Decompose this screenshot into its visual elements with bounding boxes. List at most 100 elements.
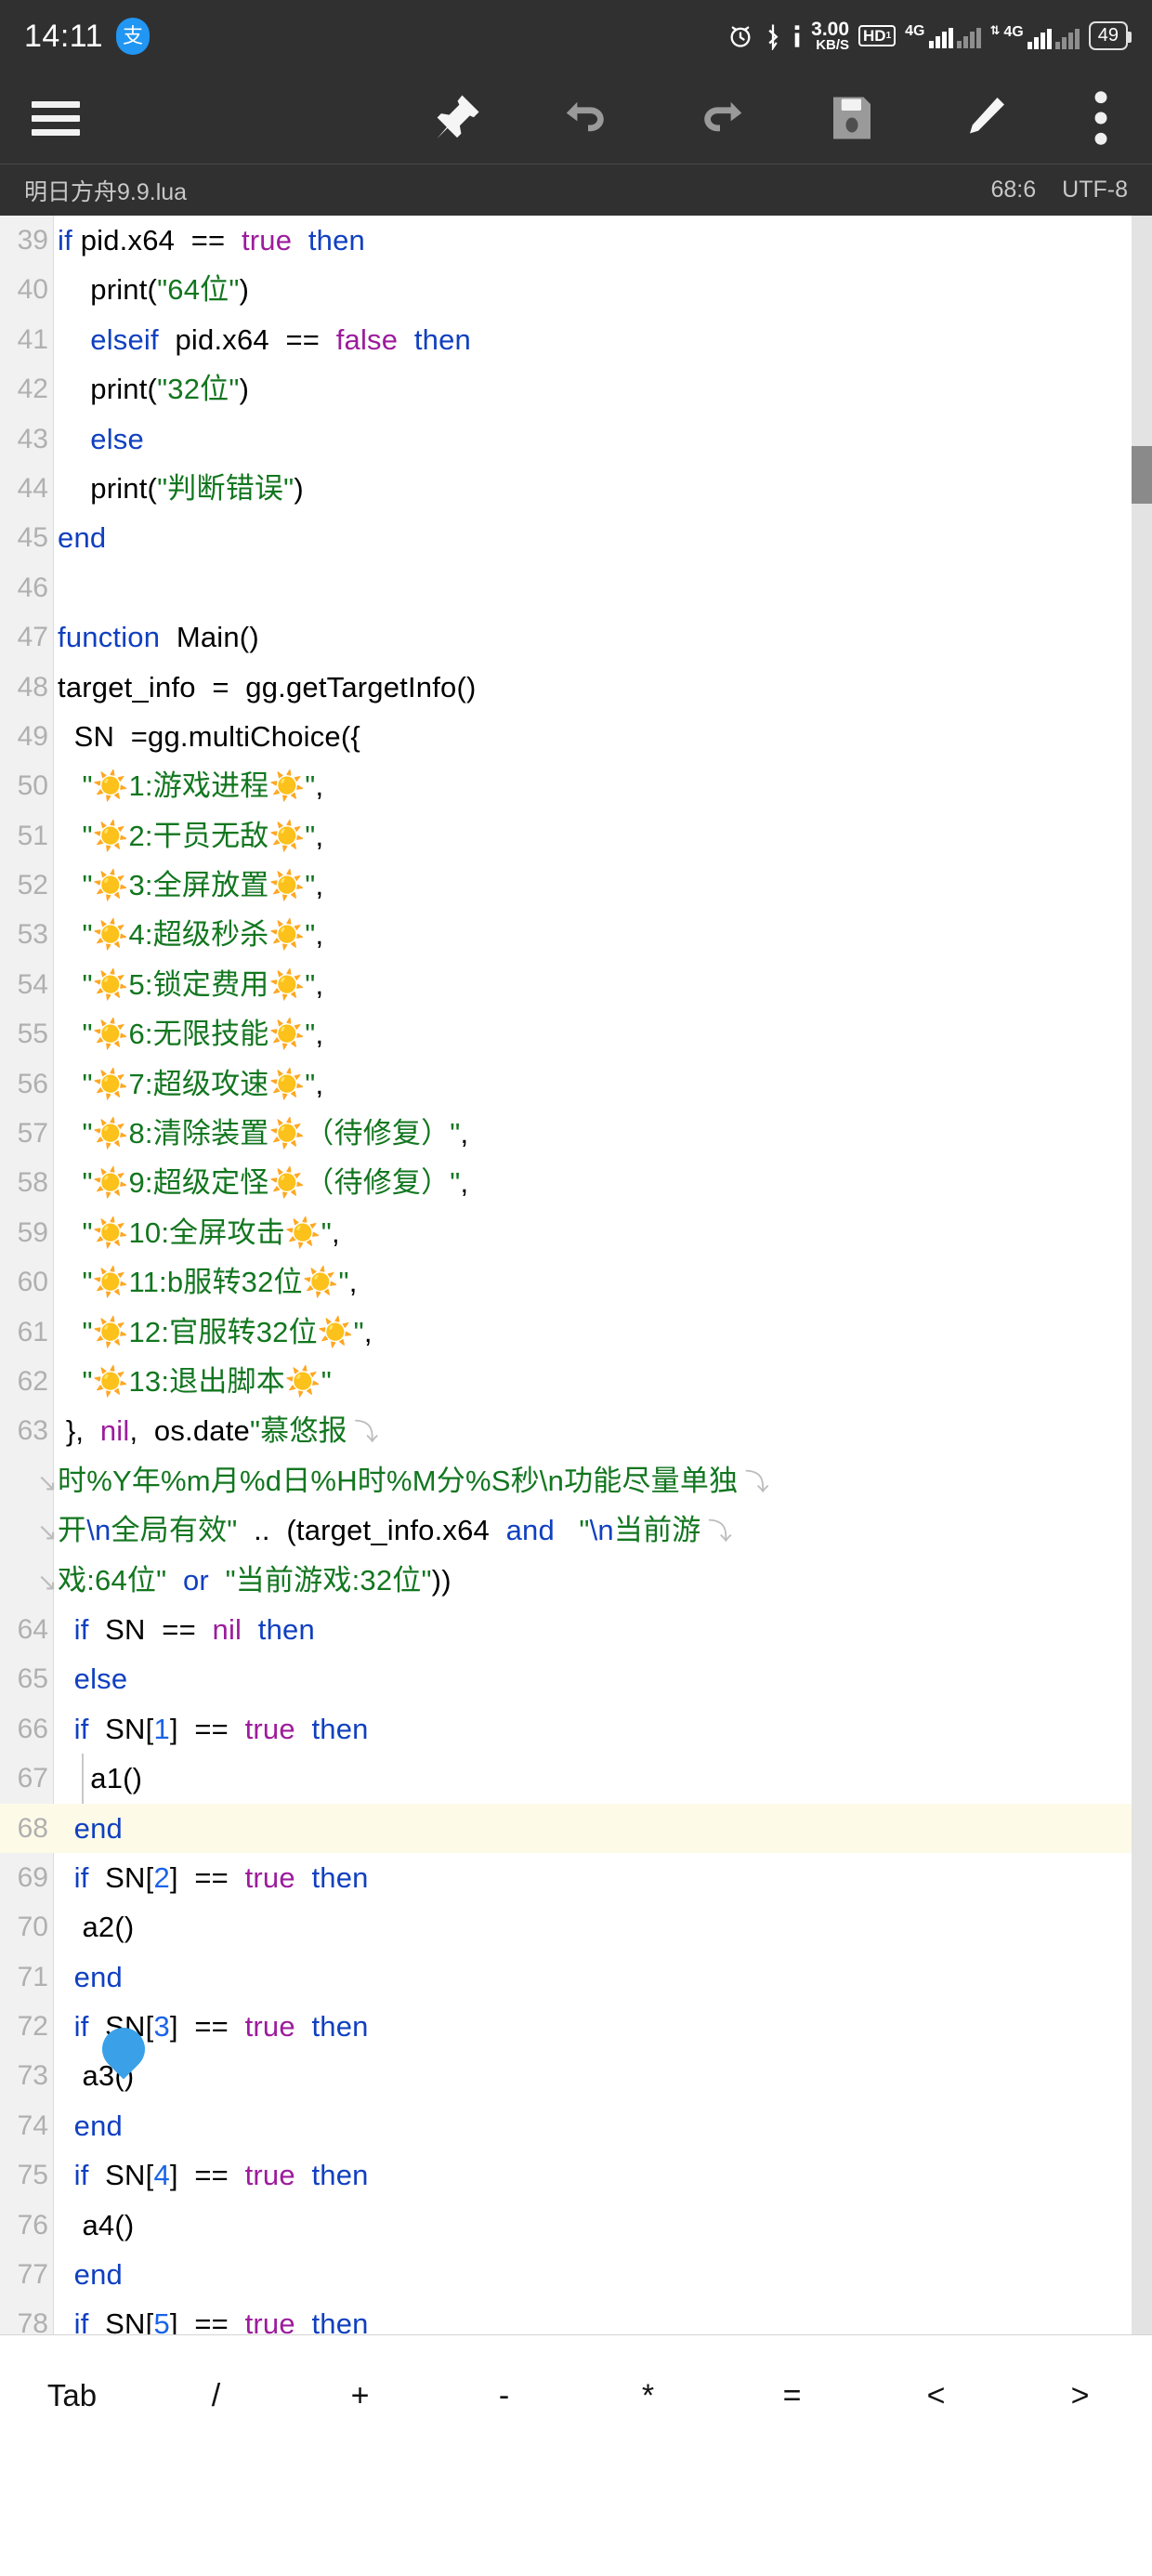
code-token: nil [99, 1414, 130, 1448]
code-line[interactable]: 52 "☀️3:全屏放置☀️", [0, 861, 1132, 910]
code-line[interactable]: 70 a2() [0, 1902, 1132, 1952]
line-number: 50 [17, 770, 48, 802]
code-line[interactable]: 57 "☀️8:清除装置☀️（待修复）", [0, 1109, 1132, 1158]
code-line[interactable]: 50 "☀️1:游戏进程☀️", [0, 761, 1132, 810]
code-line[interactable]: 49 SN =gg.multiChoice({ [0, 712, 1132, 761]
code-line[interactable]: 71 end [0, 1952, 1132, 2002]
code-line[interactable]: 78 if SN[5] == true then [0, 2299, 1132, 2334]
more-button[interactable] [1050, 72, 1152, 164]
code-line[interactable]: 48 target_info = gg.getTargetInfo() [0, 663, 1132, 712]
line-number: 55 [17, 1019, 48, 1050]
code-line[interactable]: 58 "☀️9:超级定怪☀️（待修复）", [0, 1158, 1132, 1207]
code-token: ] == [169, 2307, 245, 2334]
code-line[interactable]: 61 "☀️12:官服转32位☀️", [0, 1308, 1132, 1357]
code-text: "☀️7:超级攻速☀️", [58, 1059, 1132, 1109]
key-equals[interactable]: = [720, 2335, 864, 2456]
code-line[interactable]: 62 "☀️13:退出脚本☀️" [0, 1357, 1132, 1406]
code-token: "☀️12:官服转32位☀️" [58, 1315, 364, 1348]
code-token: }, [58, 1414, 100, 1448]
vertical-scrollbar[interactable] [1132, 216, 1152, 2334]
line-number: 68 [17, 1812, 48, 1844]
code-line[interactable]: 69 if SN[2] == true then [0, 1853, 1132, 1902]
code-token: "32位" [157, 373, 240, 406]
sim1-bars-dim-icon [956, 28, 981, 49]
undo-button[interactable] [522, 72, 654, 164]
code-line[interactable]: 43 else [0, 414, 1132, 464]
code-token: ] == [169, 2159, 245, 2192]
code-token: a1() [58, 1762, 143, 1795]
key-asterisk[interactable]: * [576, 2335, 720, 2456]
code-editor[interactable]: 39 if pid.x64 == true then 40 print("64位")… [0, 216, 1152, 2334]
line-number: 53 [17, 919, 48, 951]
code-token: else [73, 1663, 128, 1696]
code-line[interactable]: 59 "☀️10:全屏攻击☀️", [0, 1208, 1132, 1257]
redo-button[interactable] [654, 72, 786, 164]
code-token: if [73, 1860, 89, 1894]
code-line[interactable]: ↘时%Y年%m月%d日%H时%M分%S秒\n功能尽量单独 ⤵ [0, 1456, 1132, 1505]
code-line[interactable]: 51 "☀️2:干员无敌☀️", [0, 811, 1132, 861]
code-token: then [311, 1712, 369, 1745]
code-token: end [73, 2109, 123, 2142]
code-line[interactable]: 44 print("判断错误") [0, 464, 1132, 513]
code-line[interactable]: 63 }, nil, os.date"慕悠报 ⤵ [0, 1406, 1132, 1455]
code-line[interactable]: ↘戏:64位" or "当前游戏:32位")) [0, 1556, 1132, 1605]
code-line[interactable]: 65 else [0, 1654, 1132, 1703]
code-line[interactable]: 74 end [0, 2101, 1132, 2150]
code-line[interactable]: 76 a4() [0, 2201, 1132, 2250]
line-number: 77 [17, 2259, 48, 2291]
code-line[interactable]: 66 if SN[1] == true then [0, 1704, 1132, 1754]
code-token: , [460, 1117, 469, 1150]
key-minus[interactable]: - [432, 2335, 576, 2456]
overflow-menu-icon [1094, 91, 1107, 145]
code-line[interactable]: 47 function Main() [0, 612, 1132, 662]
code-line[interactable]: ↘开\n全局有效" .. (target_info.x64 and "\n当前游… [0, 1505, 1132, 1555]
code-line[interactable]: 56 "☀️7:超级攻速☀️", [0, 1059, 1132, 1109]
code-text: end [58, 2250, 1132, 2299]
key-greater-than[interactable]: > [1008, 2335, 1152, 2456]
code-line[interactable]: 64 if SN == nil then [0, 1605, 1132, 1654]
code-token: SN[ [88, 1712, 154, 1745]
code-text: end [58, 2101, 1132, 2150]
key-slash[interactable]: / [144, 2335, 288, 2456]
key-less-than[interactable]: < [864, 2335, 1008, 2456]
code-line[interactable]: 41 elseif pid.x64 == false then [0, 315, 1132, 364]
scrollbar-thumb[interactable] [1132, 446, 1152, 504]
code-line[interactable]: 60 "☀️11:b服转32位☀️", [0, 1257, 1132, 1307]
symbol-key-bar: Tab / + - * = < > [0, 2334, 1152, 2576]
code-line[interactable]: 42 print("32位") [0, 364, 1132, 414]
code-text: a3() [58, 2051, 1132, 2100]
line-number: 62 [17, 1365, 48, 1397]
pin-button[interactable] [390, 72, 522, 164]
code-line[interactable]: 73 a3() [0, 2051, 1132, 2100]
key-plus[interactable]: + [288, 2335, 432, 2456]
code-line[interactable]: 55 "☀️6:无限技能☀️", [0, 1009, 1132, 1058]
code-line[interactable]: 53 "☀️4:超级秒杀☀️", [0, 910, 1132, 959]
code-line[interactable]: 40 print("64位") [0, 265, 1132, 314]
code-line[interactable]: 46 [0, 563, 1132, 612]
edit-button[interactable] [918, 72, 1050, 164]
line-number: 44 [17, 472, 48, 504]
menu-button[interactable] [0, 94, 111, 143]
code-line[interactable]: 54 "☀️5:锁定费用☀️", [0, 960, 1132, 1009]
code-line[interactable]: 77 end [0, 2250, 1132, 2299]
code-line[interactable]: 68 end [0, 1803, 1132, 1853]
code-content[interactable]: 39 if pid.x64 == true then 40 print("64位")… [0, 216, 1132, 2334]
code-line[interactable]: 67 a1() [0, 1754, 1132, 1804]
code-line[interactable]: 39 if pid.x64 == true then [0, 216, 1132, 265]
code-line[interactable]: 75 if SN[4] == true then [0, 2150, 1132, 2200]
key-tab[interactable]: Tab [0, 2335, 144, 2456]
save-button[interactable] [786, 72, 918, 164]
code-token: true [244, 2010, 295, 2044]
code-line[interactable]: 45 end [0, 513, 1132, 562]
code-text: function Main() [58, 612, 1132, 662]
code-text: }, nil, os.date"慕悠报 ⤵ [58, 1406, 1132, 1455]
code-line[interactable]: 72 if SN[3] == true then [0, 2002, 1132, 2051]
